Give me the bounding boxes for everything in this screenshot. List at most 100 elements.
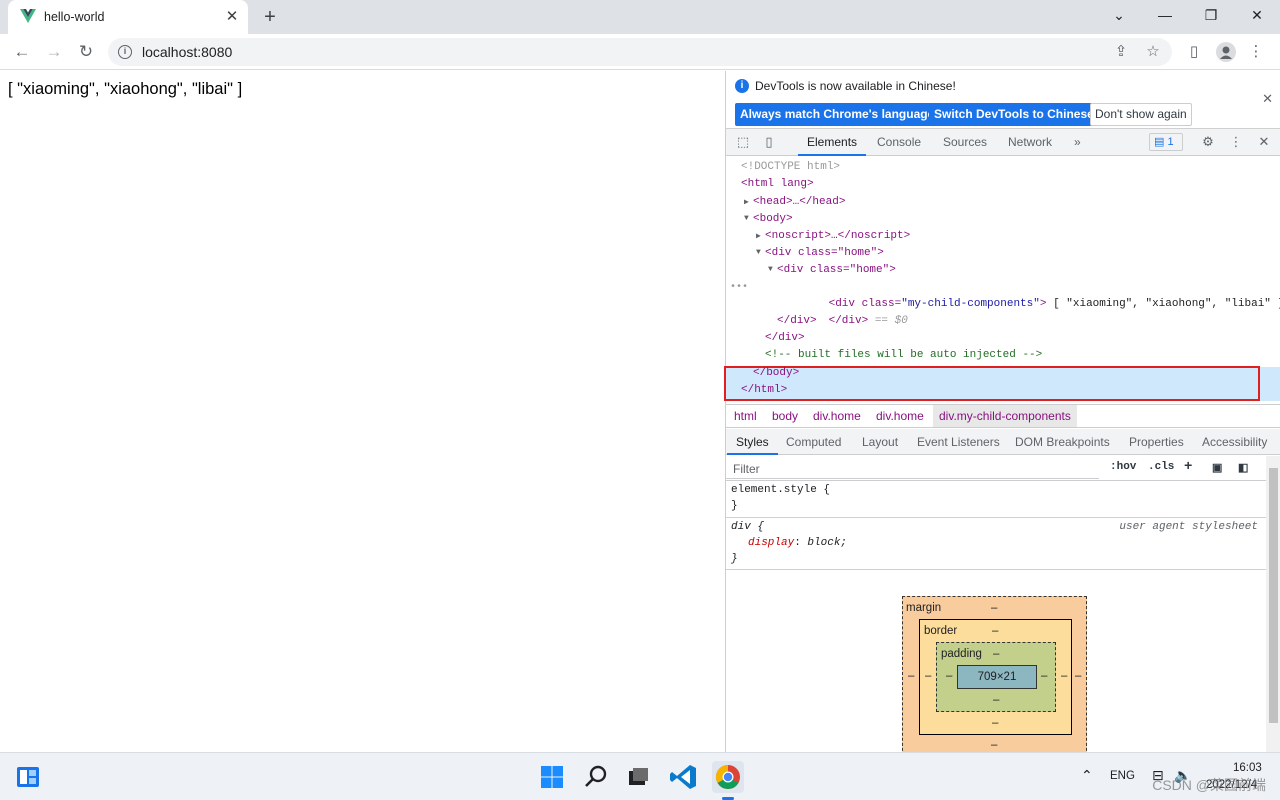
collapse-triangle-icon[interactable]: ▼ — [744, 214, 749, 223]
reload-icon[interactable]: ↻ — [74, 40, 98, 64]
hov-toggle[interactable]: :hov — [1110, 461, 1136, 473]
devtools-menu-icon[interactable]: ⋮ — [1227, 133, 1245, 151]
dom-div-close[interactable]: </div> — [777, 313, 817, 330]
address-bar[interactable]: i localhost:8080 ⇪ ☆ — [108, 38, 1172, 66]
minimize-icon[interactable]: — — [1142, 0, 1188, 30]
match-language-button[interactable]: Always match Chrome's language — [735, 103, 940, 126]
breadcrumb: html body div.home div.home div.my-child… — [726, 404, 1280, 428]
box-model-border[interactable]: border – – – – padding – – – – 709×21 — [919, 619, 1072, 735]
subtab-layout[interactable]: Layout — [862, 429, 898, 455]
dom-div-home-inner[interactable]: <div class="home"> — [777, 262, 896, 279]
subtab-event-listeners[interactable]: Event Listeners — [917, 429, 1000, 455]
dom-html-open[interactable]: <html lang> — [741, 176, 814, 193]
dom-selected-element[interactable]: <div class="my-child-components"> [ "xia… — [789, 279, 1280, 310]
chrome-taskbar-icon[interactable] — [712, 761, 744, 793]
property-name: display — [748, 537, 795, 549]
devtools-tabbar: ⬚ ▯ Elements Console Sources Network » ▤… — [726, 129, 1280, 156]
widgets-icon[interactable] — [12, 761, 44, 793]
dom-div-home-outer[interactable]: <div class="home"> — [765, 245, 884, 262]
filter-input[interactable]: Filter — [733, 462, 760, 476]
browser-tab[interactable]: hello-world ✕ — [8, 0, 248, 34]
new-rule-icon[interactable]: + — [1184, 459, 1192, 475]
tab-close-icon[interactable]: ✕ — [222, 7, 242, 27]
bookmark-star-icon[interactable]: ☆ — [1142, 41, 1164, 63]
div-rule-selector[interactable]: div { — [731, 519, 764, 535]
side-panel-icon[interactable]: ▯ — [1183, 41, 1205, 63]
cls-toggle[interactable]: .cls — [1148, 461, 1174, 473]
share-icon[interactable]: ⇪ — [1110, 41, 1132, 63]
watermark-text: CSDN @菜园前端 — [1152, 777, 1266, 793]
switch-chinese-button[interactable]: Switch DevTools to Chinese — [929, 103, 1099, 126]
tray-overflow-icon[interactable]: ⌃ — [1081, 767, 1093, 784]
expand-triangle-icon[interactable]: ▶ — [756, 231, 761, 241]
collapse-triangle-icon[interactable]: ▼ — [768, 265, 773, 274]
restore-icon[interactable]: ❐ — [1188, 0, 1234, 30]
tab-network[interactable]: Network — [1008, 129, 1052, 156]
styles-scrollbar[interactable] — [1266, 456, 1280, 752]
border-right-value: – — [1061, 670, 1068, 682]
settings-gear-icon[interactable]: ⚙ — [1199, 133, 1217, 151]
dom-html-close[interactable]: </html> — [741, 382, 787, 399]
dom-body-open[interactable]: <body> — [753, 211, 793, 228]
tab-elements[interactable]: Elements — [798, 129, 867, 156]
issues-badge[interactable]: ▤ 1 — [1149, 133, 1183, 151]
dom-comment[interactable]: <!-- built files will be auto injected -… — [765, 347, 1042, 364]
devtools-close-icon[interactable]: ✕ — [1255, 133, 1273, 151]
padding-top-value: – — [993, 648, 1000, 660]
dom-doctype: <!DOCTYPE html> — [741, 161, 841, 173]
devtools-infobar: i DevTools is now available in Chinese! … — [726, 71, 1280, 129]
sidebar-toggle-icon[interactable]: ◧ — [1238, 461, 1248, 475]
subtab-dom-breakpoints[interactable]: DOM Breakpoints — [1015, 429, 1110, 455]
box-model-padding[interactable]: padding – – – – 709×21 — [936, 642, 1056, 712]
collapse-triangle-icon[interactable]: ▼ — [756, 248, 761, 257]
dom-body-close[interactable]: </body> — [753, 365, 799, 382]
vscode-icon[interactable] — [668, 761, 700, 793]
breadcrumb-body[interactable]: body — [772, 405, 798, 427]
subtab-styles[interactable]: Styles — [727, 429, 778, 455]
new-tab-button[interactable]: + — [258, 5, 282, 29]
element-style-selector[interactable]: element.style { — [731, 482, 830, 498]
profile-avatar-icon[interactable] — [1215, 41, 1237, 63]
issues-count: 1 — [1167, 136, 1174, 148]
task-view-icon[interactable] — [622, 761, 654, 793]
breadcrumb-div-home[interactable]: div.home — [813, 405, 861, 427]
subtab-computed[interactable]: Computed — [786, 429, 841, 455]
box-model-margin[interactable]: margin – – – – border – – – – padding – … — [902, 596, 1087, 756]
tab-search-icon[interactable]: ⌄ — [1096, 0, 1142, 30]
chrome-menu-icon[interactable]: ⋮ — [1245, 41, 1267, 63]
device-toolbar-icon[interactable]: ▯ — [760, 133, 778, 151]
subtab-properties[interactable]: Properties — [1129, 429, 1184, 455]
tab-strip: hello-world ✕ + ⌄ — ❐ ✕ — [0, 0, 1280, 34]
padding-left-value: – — [946, 670, 953, 682]
back-icon[interactable]: ← — [10, 40, 34, 64]
box-model-content[interactable]: 709×21 — [957, 665, 1037, 689]
dom-div-close[interactable]: </div> — [765, 330, 805, 347]
tab-sources[interactable]: Sources — [943, 129, 987, 156]
more-tabs-icon[interactable]: » — [1074, 129, 1081, 156]
subtab-accessibility[interactable]: Accessibility — [1202, 429, 1267, 455]
clock-time[interactable]: 16:03 — [1233, 762, 1262, 774]
display-property[interactable]: display: block; — [748, 535, 847, 551]
elements-subtabs: Styles Computed Layout Event Listeners D… — [726, 429, 1280, 455]
scrollbar-thumb[interactable] — [1269, 468, 1278, 723]
paint-roller-icon[interactable]: ▣ — [1212, 461, 1222, 475]
inspect-element-icon[interactable]: ⬚ — [734, 133, 752, 151]
dom-row-ellipsis[interactable]: ••• — [730, 279, 748, 296]
dom-noscript[interactable]: <noscript>…</noscript> — [765, 228, 910, 245]
search-icon[interactable] — [580, 761, 612, 793]
site-info-icon[interactable]: i — [118, 45, 132, 59]
dom-head[interactable]: <head>…</head> — [753, 194, 845, 211]
dont-show-again-button[interactable]: Don't show again — [1090, 103, 1192, 126]
start-button-icon[interactable] — [536, 761, 568, 793]
devtools-panel: i DevTools is now available in Chinese! … — [724, 71, 1280, 756]
tab-console[interactable]: Console — [877, 129, 921, 156]
breadcrumb-div-home[interactable]: div.home — [876, 405, 924, 427]
breadcrumb-div-my-child-components[interactable]: div.my-child-components — [933, 405, 1077, 427]
language-indicator[interactable]: ENG — [1110, 770, 1135, 782]
expand-triangle-icon[interactable]: ▶ — [744, 197, 749, 207]
window-close-icon[interactable]: ✕ — [1234, 0, 1280, 30]
breadcrumb-html[interactable]: html — [734, 405, 757, 427]
forward-icon[interactable]: → — [42, 40, 66, 64]
infobar-close-icon[interactable]: ✕ — [1262, 91, 1273, 107]
border-left-value: – — [925, 670, 932, 682]
